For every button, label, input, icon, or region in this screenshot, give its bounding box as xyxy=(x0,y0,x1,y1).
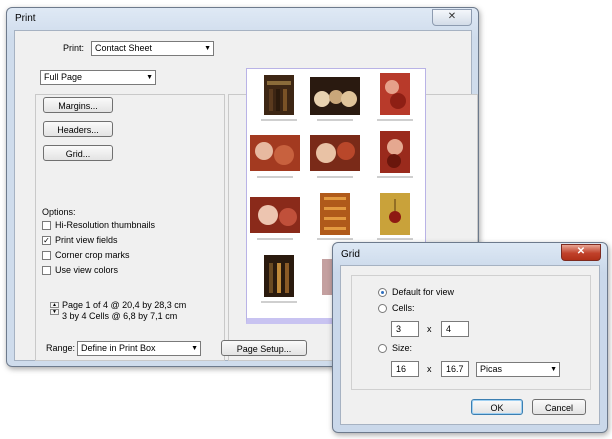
options-label: Options: xyxy=(42,207,76,217)
range-select[interactable]: Define in Print Box ▼ xyxy=(77,341,201,356)
cells-label: Cells: xyxy=(392,303,415,313)
cells-radio[interactable] xyxy=(378,304,387,313)
thumbnail-caption xyxy=(257,176,293,178)
page-down-button[interactable]: ▼ xyxy=(50,309,59,315)
photo-thumbnail xyxy=(310,135,360,171)
checkmark-icon: ✓ xyxy=(43,236,50,245)
page-setup-button[interactable]: Page Setup... xyxy=(221,340,307,356)
cells-x-label: x xyxy=(427,324,432,334)
photo-thumbnail xyxy=(380,131,410,173)
grid-client-area: Default for view Cells: 3 x 4 Size: 16 x… xyxy=(340,265,600,425)
margins-button[interactable]: Margins... xyxy=(43,97,113,113)
size-radio[interactable] xyxy=(378,344,387,353)
photo-thumbnail xyxy=(264,255,294,297)
cells-columns-input[interactable]: 3 xyxy=(391,321,419,337)
grid-dialog: Grid ✕ Default for view Cells: 3 x 4 Siz… xyxy=(332,242,608,433)
page-info: Page 1 of 4 @ 20,4 by 28,3 cm xyxy=(62,300,187,310)
thumbnail-caption xyxy=(317,238,353,240)
default-radio[interactable] xyxy=(378,288,387,297)
size-width-input[interactable]: 16 xyxy=(391,361,419,377)
thumbnail-caption xyxy=(257,238,293,240)
print-type-value: Contact Sheet xyxy=(95,43,153,53)
chevron-down-icon: ▼ xyxy=(204,45,211,52)
headers-button[interactable]: Headers... xyxy=(43,121,113,137)
photo-thumbnail xyxy=(250,135,300,171)
close-icon: ✕ xyxy=(447,11,457,22)
photo-thumbnail xyxy=(310,77,360,115)
photo-thumbnail xyxy=(250,197,300,233)
chevron-down-icon: ▼ xyxy=(146,74,153,81)
arrow-down-icon: ▼ xyxy=(52,309,57,315)
corner-crop-checkbox[interactable] xyxy=(42,251,51,260)
chevron-down-icon: ▼ xyxy=(191,345,198,352)
photo-thumbnail xyxy=(380,73,410,115)
print-view-fields-checkbox[interactable]: ✓ xyxy=(42,236,51,245)
range-label: Range: xyxy=(46,343,76,353)
ok-button[interactable]: OK xyxy=(471,399,523,415)
view-colors-checkbox[interactable] xyxy=(42,266,51,275)
grid-options-group: Default for view Cells: 3 x 4 Size: 16 x… xyxy=(351,275,591,390)
hi-res-label: Hi-Resolution thumbnails xyxy=(55,220,156,230)
size-height-input[interactable]: 16.7 xyxy=(441,361,469,377)
thumbnail-caption xyxy=(377,119,413,121)
thumbnail-caption xyxy=(261,301,297,303)
print-view-fields-label: Print view fields xyxy=(55,235,118,245)
close-icon: ✕ xyxy=(576,246,586,257)
view-colors-label: Use view colors xyxy=(55,265,119,275)
photo-thumbnail xyxy=(264,75,294,115)
corner-crop-label: Corner crop marks xyxy=(55,250,130,260)
print-dialog-title: Print xyxy=(15,13,36,24)
thumbnail-caption xyxy=(317,119,353,121)
size-x-label: x xyxy=(427,364,432,374)
thumbnail-caption xyxy=(377,238,413,240)
photo-thumbnail xyxy=(320,193,350,235)
unit-value: Picas xyxy=(480,364,503,374)
unit-select[interactable]: Picas ▼ xyxy=(476,362,560,377)
grid-dialog-title: Grid xyxy=(341,249,360,260)
arrow-up-icon: ▲ xyxy=(52,302,57,308)
default-label: Default for view xyxy=(392,287,455,297)
page-mode-select[interactable]: Full Page ▼ xyxy=(40,70,156,85)
thumbnail-caption xyxy=(317,176,353,178)
cancel-button[interactable]: Cancel xyxy=(532,399,586,415)
photo-thumbnail xyxy=(380,193,410,235)
size-label: Size: xyxy=(392,343,413,353)
thumbnail-caption xyxy=(261,119,297,121)
print-close-button[interactable]: ✕ xyxy=(432,9,472,26)
grid-close-button[interactable]: ✕ xyxy=(561,244,601,261)
thumbnail-caption xyxy=(377,176,413,178)
hi-res-checkbox[interactable] xyxy=(42,221,51,230)
chevron-down-icon: ▼ xyxy=(550,366,557,373)
range-value: Define in Print Box xyxy=(81,343,156,353)
page-mode-value: Full Page xyxy=(44,72,83,82)
grid-button[interactable]: Grid... xyxy=(43,145,113,161)
cells-rows-input[interactable]: 4 xyxy=(441,321,469,337)
print-type-label: Print: xyxy=(63,43,85,53)
print-type-select[interactable]: Contact Sheet ▼ xyxy=(91,41,214,56)
cell-info: 3 by 4 Cells @ 6,8 by 7,1 cm xyxy=(62,311,178,321)
page-up-button[interactable]: ▲ xyxy=(50,302,59,308)
